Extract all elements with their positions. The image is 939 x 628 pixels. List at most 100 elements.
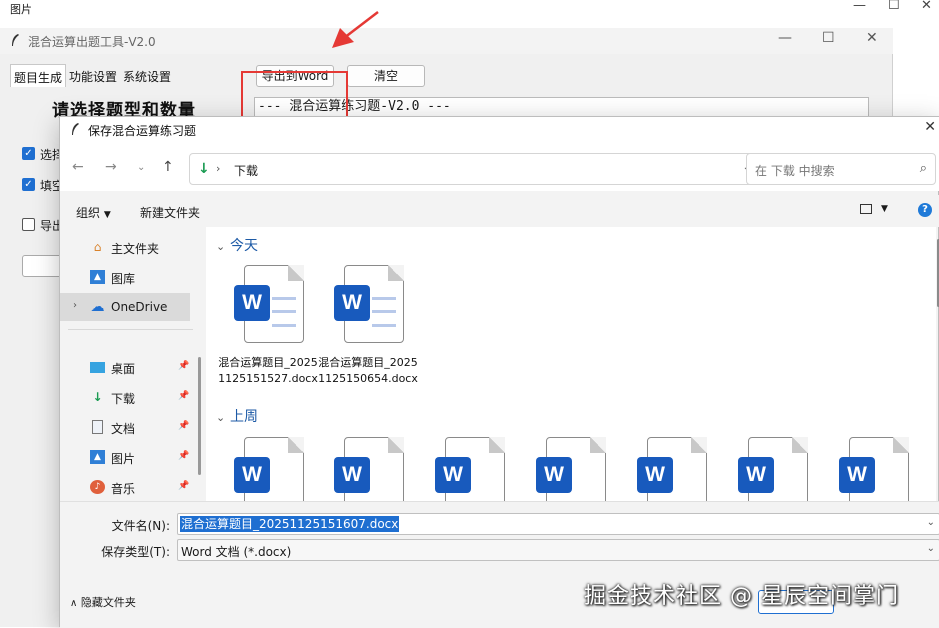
navigation-pane: ⌂ 主文件夹 ▲ 图库 › ☁ OneDrive 桌面 📌 ↓ 下载 📌 文档 …	[60, 233, 206, 501]
word-file-icon: W	[334, 265, 404, 345]
sidebar-item-label: 主文件夹	[111, 242, 160, 256]
minimize-icon[interactable]: —	[853, 0, 866, 13]
save-dialog: 保存混合运算练习题 ✕ ← → ⌄ ↑ ↓ › 下载 ⌄ ↻ 在 下载 中搜索 …	[59, 116, 939, 628]
filename-value: 混合运算题目_20251125151607.docx	[180, 516, 400, 532]
clear-button[interactable]: 清空	[347, 65, 425, 87]
file-name: 混合运算题目_20251125151527.docx	[218, 356, 318, 385]
app-close-icon[interactable]: ✕	[866, 30, 878, 46]
pin-icon[interactable]: 📌	[178, 481, 189, 491]
chevron-right-icon: ›	[216, 162, 221, 175]
feather-icon	[72, 123, 79, 135]
dialog-title: 保存混合运算练习题	[88, 124, 197, 138]
checkbox-choice[interactable]: ✓	[22, 147, 35, 160]
app-maximize-icon[interactable]: ☐	[822, 30, 835, 46]
command-bar: 组织 ▼ 新建文件夹 ▼	[60, 195, 939, 227]
filename-input[interactable]: 混合运算题目_20251125151607.docx ⌄	[177, 513, 939, 535]
recent-chevron-icon[interactable]: ⌄	[137, 162, 145, 173]
filename-label: 文件名(N):	[111, 519, 170, 533]
group-header-today[interactable]: 今天	[230, 235, 258, 255]
tab-features[interactable]: 功能设置	[66, 64, 120, 88]
desktop-icon	[90, 362, 105, 373]
file-item[interactable]: W 混合运算题目_20251125151527.docx	[216, 265, 318, 425]
filetype-select[interactable]: Word 文档 (*.docx) ⌄	[177, 539, 939, 561]
navigation-bar: ← → ⌄ ↑ ↓ › 下载 ⌄ ↻ 在 下载 中搜索 ⌕	[60, 143, 939, 191]
group-header-last-week[interactable]: 上周	[230, 406, 258, 426]
collapse-chevron-icon[interactable]: ⌄	[216, 411, 225, 424]
sidebar-item-label: OneDrive	[111, 300, 168, 314]
sidebar-divider	[68, 329, 193, 330]
sidebar-item-gallery[interactable]: ▲ 图库	[60, 263, 190, 291]
view-dropdown-icon[interactable]: ▼	[881, 204, 888, 214]
new-folder-button[interactable]: 新建文件夹	[140, 204, 200, 221]
up-arrow-icon[interactable]: ↑	[162, 159, 174, 175]
tab-system[interactable]: 系统设置	[120, 64, 174, 88]
app-minimize-icon[interactable]: —	[778, 30, 792, 46]
music-icon: ♪	[90, 480, 105, 494]
organize-button[interactable]: 组织 ▼	[76, 204, 111, 221]
address-bar[interactable]: ↓ › 下载 ⌄ ↻	[189, 153, 794, 185]
filetype-label: 保存类型(T):	[101, 545, 170, 559]
sidebar-item-desktop[interactable]: 桌面 📌	[60, 353, 190, 381]
sidebar-item-music[interactable]: ♪ 音乐 📌	[60, 473, 190, 501]
cloud-icon: ☁	[90, 299, 105, 315]
dialog-close-icon[interactable]: ✕	[924, 119, 936, 135]
watermark: 掘金技术社区 @ 星辰空间掌门	[584, 584, 899, 609]
collapse-chevron-icon[interactable]: ⌄	[216, 240, 225, 253]
forward-arrow-icon[interactable]: →	[105, 159, 117, 175]
feather-icon	[12, 34, 19, 46]
checkbox-fill[interactable]: ✓	[22, 178, 35, 191]
viewer-title: 图片	[10, 3, 32, 16]
download-icon: ↓	[198, 161, 210, 177]
search-box[interactable]: 在 下载 中搜索 ⌕	[746, 153, 936, 185]
help-icon[interactable]: ?	[918, 203, 932, 217]
close-icon[interactable]: ✕	[921, 0, 932, 13]
file-name: 混合运算题目_20251125150654.docx	[318, 356, 418, 385]
sidebar-item-label: 音乐	[111, 482, 136, 496]
maximize-icon[interactable]: ☐	[888, 0, 900, 13]
annotation-arrow-icon	[332, 11, 379, 48]
sidebar-item-label: 图片	[111, 452, 136, 466]
pin-icon[interactable]: 📌	[178, 421, 189, 431]
chevron-down-icon[interactable]: ⌄	[927, 517, 935, 528]
sidebar-item-documents[interactable]: 文档 📌	[60, 413, 190, 441]
pin-icon[interactable]: 📌	[178, 361, 189, 371]
sidebar-item-home[interactable]: ⌂ 主文件夹	[60, 233, 190, 261]
sidebar-item-label: 下载	[111, 392, 136, 406]
organize-label: 组织	[76, 206, 101, 220]
filetype-value: Word 文档 (*.docx)	[181, 545, 292, 559]
download-icon: ↓	[92, 390, 103, 404]
document-icon	[92, 420, 103, 434]
file-item[interactable]: W 混合运算题目_20251125150654.docx	[316, 265, 418, 425]
back-arrow-icon[interactable]: ←	[72, 159, 84, 175]
sidebar-item-downloads[interactable]: ↓ 下载 📌	[60, 383, 190, 411]
hide-folders-label: 隐藏文件夹	[80, 596, 136, 609]
viewer-titlebar: 图片 — ☐ ✕	[0, 0, 939, 18]
sidebar-item-label: 文档	[111, 422, 136, 436]
pin-icon[interactable]: 📌	[178, 391, 189, 401]
picture-icon: ▲	[90, 450, 105, 464]
gallery-icon: ▲	[90, 270, 105, 284]
checkbox-export[interactable]	[22, 218, 35, 231]
pin-icon[interactable]: 📌	[178, 451, 189, 461]
sidebar-scrollbar[interactable]	[198, 357, 201, 475]
word-file-icon: W	[234, 265, 304, 345]
chevron-down-icon: ▼	[103, 210, 111, 220]
search-icon: ⌕	[919, 161, 927, 176]
chevron-down-icon[interactable]: ⌄	[927, 543, 935, 554]
app-title: 混合运算出题工具-V2.0	[28, 35, 156, 49]
sidebar-item-pictures[interactable]: ▲ 图片 📌	[60, 443, 190, 471]
sidebar-item-onedrive[interactable]: › ☁ OneDrive	[60, 293, 190, 321]
search-placeholder: 在 下载 中搜索	[755, 164, 835, 178]
dialog-titlebar: 保存混合运算练习题 ✕	[60, 117, 939, 143]
expand-chevron-icon[interactable]: ›	[73, 300, 77, 311]
tab-generate[interactable]: 题目生成	[10, 64, 67, 88]
quantity-input[interactable]	[22, 255, 62, 277]
tab-bar: 题目生成 功能设置 系统设置	[10, 64, 174, 88]
file-list: ⌄ 今天 W 混合运算题目_20251125151527.docx W 混合运算…	[206, 227, 936, 515]
sidebar-item-label: 图库	[111, 272, 136, 286]
app-titlebar: 混合运算出题工具-V2.0 — ☐ ✕	[0, 28, 893, 54]
address-path: 下载	[234, 164, 259, 178]
view-icon[interactable]	[860, 204, 872, 214]
chevron-up-icon: ∧	[70, 598, 78, 609]
hide-folders-button[interactable]: ∧ 隐藏文件夹	[70, 594, 136, 610]
